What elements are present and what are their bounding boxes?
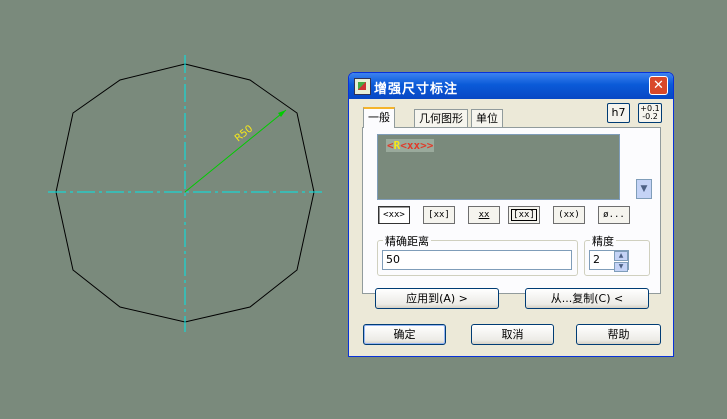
format-label: [xx] <box>428 210 450 220</box>
precision-label: 精度 <box>590 233 616 249</box>
format-label: ø... <box>603 210 625 220</box>
deviation-lower: -0.2 <box>642 112 658 121</box>
ok-button[interactable]: 确定 <box>363 324 446 345</box>
chevron-down-icon: ▼ <box>640 184 648 194</box>
tab-geometry[interactable]: 几何图形 <box>414 109 468 127</box>
dialog-titlebar[interactable]: 增强尺寸标注 ✕ <box>349 73 673 99</box>
precision-value: 2 <box>593 253 600 266</box>
deviation-tolerance-button[interactable]: +0.1 -0.2 <box>638 103 662 123</box>
spin-down-icon[interactable]: ▼ <box>614 262 628 272</box>
format-label: xx <box>478 210 490 220</box>
token-open: < <box>387 139 394 152</box>
tab-label: 几何图形 <box>419 112 463 125</box>
format-label: (xx) <box>558 210 580 220</box>
fit-tolerance-button[interactable]: h7 <box>607 103 630 123</box>
tab-label: 一般 <box>368 111 390 124</box>
format-parentheses-button[interactable]: (xx) <box>553 206 585 224</box>
dimension-text-tokens: <R<xx>> <box>386 139 435 152</box>
tab-units[interactable]: 单位 <box>471 109 503 127</box>
token-value: <xx> <box>400 139 427 152</box>
precision-group: 精度 2 ▲ ▼ <box>584 233 650 276</box>
spin-up-icon[interactable]: ▲ <box>614 251 628 261</box>
app-icon <box>354 78 371 95</box>
format-box-button[interactable]: [xx] <box>508 206 540 224</box>
tab-general[interactable]: 一般 <box>363 107 395 128</box>
precise-distance-label: 精确距离 <box>383 233 431 249</box>
radius-dimension-line <box>184 109 287 193</box>
symbol-dropdown[interactable]: ▼ <box>636 179 652 199</box>
copy-from-label: 从...复制(C) < <box>550 292 624 305</box>
format-label: <xx> <box>383 210 405 220</box>
close-button[interactable]: ✕ <box>649 76 668 95</box>
format-basic-button[interactable]: <xx> <box>378 206 410 224</box>
dimension-text-editor[interactable]: <R<xx>> <box>377 134 620 200</box>
precise-distance-input[interactable]: 50 <box>382 250 572 270</box>
fit-label: h7 <box>611 106 626 119</box>
help-button[interactable]: 帮助 <box>576 324 661 345</box>
enhanced-dimension-dialog: 增强尺寸标注 ✕ <R<xx>> ▼ <xx> [xx] xx [xx] (xx… <box>348 72 674 357</box>
cancel-label: 取消 <box>501 328 524 341</box>
apply-to-label: 应用到(A) > <box>406 292 468 305</box>
precision-spinner[interactable]: ▲ ▼ <box>614 251 628 272</box>
apply-to-button[interactable]: 应用到(A) > <box>375 288 499 309</box>
format-diameter-button[interactable]: ø... <box>598 206 630 224</box>
precise-distance-group: 精确距离 50 <box>377 233 578 276</box>
cancel-button[interactable]: 取消 <box>471 324 554 345</box>
close-icon: ✕ <box>653 78 664 93</box>
format-underline-button[interactable]: xx <box>468 206 500 224</box>
tab-label: 单位 <box>476 112 498 125</box>
ok-label: 确定 <box>393 328 416 341</box>
format-label: [xx] <box>511 209 537 221</box>
precision-input[interactable]: 2 ▲ ▼ <box>589 250 629 272</box>
token-close: > <box>426 139 434 152</box>
tab-panel-general: <R<xx>> ▼ <xx> [xx] xx [xx] (xx) ø... 精确… <box>362 127 661 309</box>
help-label: 帮助 <box>607 328 630 341</box>
copy-from-button[interactable]: 从...复制(C) < <box>525 288 649 309</box>
radius-dimension-text: R50 <box>233 123 255 144</box>
dialog-title: 增强尺寸标注 <box>374 82 459 97</box>
format-reference-button[interactable]: [xx] <box>423 206 455 224</box>
